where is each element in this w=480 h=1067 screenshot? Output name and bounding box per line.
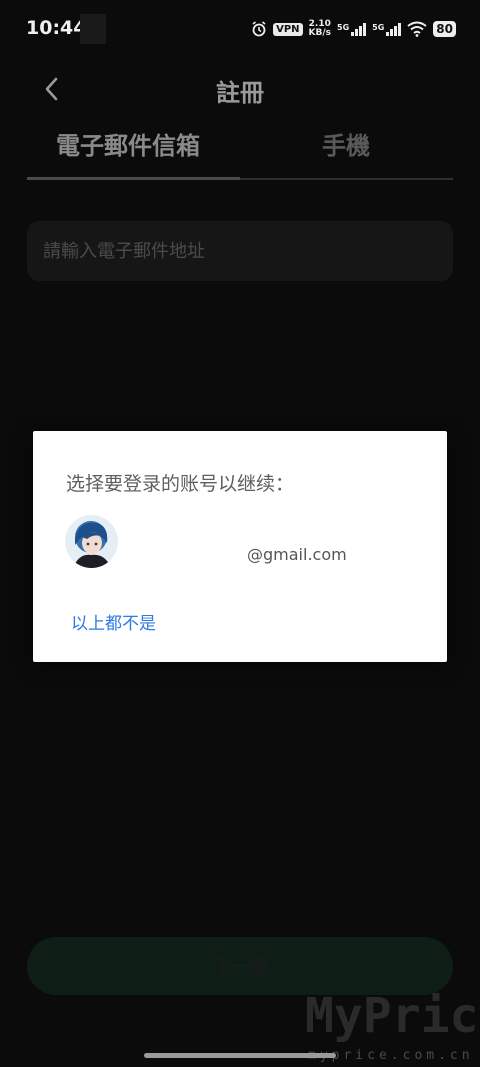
battery-icon: 80 [433, 21, 456, 37]
next-button[interactable]: 下一張 [27, 937, 453, 995]
account-email: @gmail.com [247, 545, 347, 564]
email-field-container [27, 221, 453, 281]
next-button-label: 下一張 [213, 957, 267, 978]
page-title: 註冊 [216, 79, 264, 107]
home-indicator[interactable] [144, 1053, 336, 1058]
avatar-image-icon [65, 515, 118, 568]
avatar [65, 515, 118, 568]
tab-active-indicator [27, 177, 240, 180]
none-of-the-above-button[interactable]: 以上都不是 [71, 609, 156, 634]
dialog-title: 选择要登录的账号以继续： [66, 473, 295, 495]
status-icons: VPN 2.10 KB/s 5G 5G 80 [251, 20, 456, 38]
vpn-badge: VPN [273, 22, 303, 36]
email-field[interactable] [27, 221, 453, 281]
tab-phone[interactable]: 手機 [322, 126, 370, 161]
net-type-2: 5G [372, 22, 385, 32]
watermark-logo: MyPrice [305, 988, 480, 1044]
account-option[interactable]: @gmail.com [33, 511, 447, 568]
signal-1-icon: 5G [337, 22, 367, 36]
speed-unit: KB/s [308, 28, 332, 38]
account-chooser-dialog: 选择要登录的账号以继续： @gmail.com 以上都不是 [33, 431, 447, 662]
tab-email[interactable]: 電子郵件信箱 [56, 126, 200, 161]
redacted-area [80, 14, 106, 44]
wifi-icon [407, 21, 427, 37]
net-type-1: 5G [337, 22, 350, 32]
alarm-icon [252, 21, 266, 37]
status-bar: 10:44 VPN 2.10 KB/s 5G 5G 80 [0, 0, 480, 60]
signal-2-icon: 5G [372, 22, 402, 36]
status-time: 10:44 [26, 17, 87, 39]
network-speed: 2.10 KB/s [309, 20, 331, 38]
